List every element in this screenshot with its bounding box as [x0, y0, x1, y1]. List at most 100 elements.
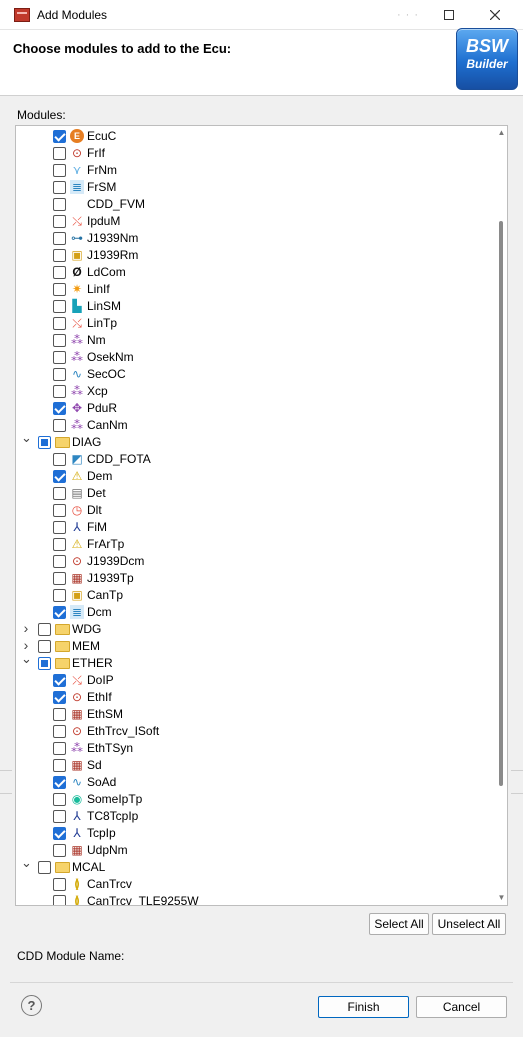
tree-item[interactable]: ⊙ J1939Dcm [16, 553, 486, 570]
tree-item[interactable]: ▣ CanTp [16, 587, 486, 604]
module-tree[interactable]: ▲ ▼ E EcuC ⊙ FrIf ⋎ FrNm ≣ FrSM CDD_FVM ⤯ IpduM ⊶ J1… [15, 125, 508, 906]
tree-item[interactable]: ▣ J1939Rm [16, 247, 486, 264]
checkbox[interactable] [53, 878, 66, 891]
checkbox[interactable] [53, 283, 66, 296]
tree-item[interactable]: ⚠ Dem [16, 468, 486, 485]
checkbox[interactable] [53, 844, 66, 857]
tree-item[interactable]: ≬ CanTrcv [16, 876, 486, 893]
tree-item[interactable]: ◉ SomeIpTp [16, 791, 486, 808]
tree-item[interactable]: ⁂ EthTSyn [16, 740, 486, 757]
checkbox[interactable] [53, 351, 66, 364]
checkbox[interactable] [53, 521, 66, 534]
checkbox[interactable] [53, 130, 66, 143]
checkbox[interactable] [53, 555, 66, 568]
checkbox[interactable] [53, 198, 66, 211]
tree-item[interactable]: ⊶ J1939Nm [16, 230, 486, 247]
finish-button[interactable]: Finish [318, 996, 409, 1018]
checkbox[interactable] [53, 453, 66, 466]
checkbox[interactable] [53, 368, 66, 381]
tree-item[interactable]: ⤯ DoIP [16, 672, 486, 689]
chevron-down-icon[interactable]: ⌄ [21, 430, 32, 446]
tree-item[interactable]: ◷ Dlt [16, 502, 486, 519]
checkbox[interactable] [53, 402, 66, 415]
tree-folder[interactable]: › WDG [16, 620, 486, 638]
tree-item[interactable]: ⚠ FrArTp [16, 536, 486, 553]
checkbox[interactable] [53, 606, 66, 619]
tree-item[interactable]: ≣ FrSM [16, 179, 486, 196]
tree-item[interactable]: ▙ LinSM [16, 298, 486, 315]
checkbox[interactable] [53, 470, 66, 483]
tree-folder[interactable]: › MEM [16, 637, 486, 655]
checkbox[interactable] [53, 691, 66, 704]
checkbox[interactable] [53, 385, 66, 398]
tree-item[interactable]: ≣ Dcm [16, 604, 486, 621]
tree-item[interactable]: ⁂ CanNm [16, 417, 486, 434]
checkbox[interactable] [53, 266, 66, 279]
tree-item[interactable]: ≬ CanTrcv_TLE9255W [16, 893, 486, 905]
checkbox[interactable] [53, 810, 66, 823]
tree-item[interactable]: ⊙ EthTrcv_ISoft [16, 723, 486, 740]
checkbox[interactable] [53, 725, 66, 738]
tree-item[interactable]: ✷ LinIf [16, 281, 486, 298]
checkbox[interactable] [53, 215, 66, 228]
checkbox[interactable] [53, 300, 66, 313]
select-all-button[interactable]: Select All [369, 913, 429, 935]
tree-folder[interactable]: ⌄ DIAG [16, 430, 486, 451]
tree-item[interactable]: E EcuC [16, 128, 486, 145]
checkbox[interactable] [53, 776, 66, 789]
checkbox[interactable] [38, 623, 51, 636]
cancel-button[interactable]: Cancel [416, 996, 507, 1018]
chevron-down-icon[interactable]: ⌄ [21, 855, 32, 871]
tree-item[interactable]: Ø LdCom [16, 264, 486, 281]
tree-item[interactable]: ⅄ FiM [16, 519, 486, 536]
tree-item[interactable]: ▤ Det [16, 485, 486, 502]
checkbox[interactable] [38, 436, 51, 449]
tree-item[interactable]: ⤯ LinTp [16, 315, 486, 332]
checkbox[interactable] [53, 504, 66, 517]
checkbox[interactable] [53, 317, 66, 330]
tree-item[interactable]: ✥ PduR [16, 400, 486, 417]
checkbox[interactable] [53, 232, 66, 245]
tree-item[interactable]: ⊙ FrIf [16, 145, 486, 162]
scrollbar-thumb[interactable] [499, 221, 503, 786]
checkbox[interactable] [53, 895, 66, 905]
tree-item[interactable]: ◩ CDD_FOTA [16, 451, 486, 468]
tree-item[interactable]: ⊙ EthIf [16, 689, 486, 706]
tree-item[interactable]: ⁂ OsekNm [16, 349, 486, 366]
checkbox[interactable] [53, 793, 66, 806]
checkbox[interactable] [53, 487, 66, 500]
checkbox[interactable] [38, 640, 51, 653]
tree-item[interactable]: CDD_FVM [16, 196, 486, 213]
unselect-all-button[interactable]: Unselect All [432, 913, 506, 935]
tree-item[interactable]: ⅄ TcpIp [16, 825, 486, 842]
maximize-button[interactable] [426, 0, 472, 30]
checkbox[interactable] [53, 589, 66, 602]
help-icon[interactable]: ? [21, 995, 42, 1016]
vertical-scrollbar[interactable]: ▲ ▼ [495, 126, 507, 905]
checkbox[interactable] [53, 759, 66, 772]
tree-item[interactable]: ⋎ FrNm [16, 162, 486, 179]
tree-item[interactable]: ⁂ Xcp [16, 383, 486, 400]
tree-item[interactable]: ∿ SecOC [16, 366, 486, 383]
tree-folder[interactable]: ⌄ MCAL [16, 855, 486, 876]
checkbox[interactable] [53, 538, 66, 551]
checkbox[interactable] [38, 861, 51, 874]
tree-item[interactable]: ⁂ Nm [16, 332, 486, 349]
checkbox[interactable] [38, 657, 51, 670]
checkbox[interactable] [53, 674, 66, 687]
checkbox[interactable] [53, 708, 66, 721]
checkbox[interactable] [53, 249, 66, 262]
tree-item[interactable]: ▦ EthSM [16, 706, 486, 723]
checkbox[interactable] [53, 419, 66, 432]
tree-item[interactable]: ⅄ TC8TcpIp [16, 808, 486, 825]
checkbox[interactable] [53, 181, 66, 194]
tree-item[interactable]: ▦ UdpNm [16, 842, 486, 859]
checkbox[interactable] [53, 164, 66, 177]
scroll-down-icon[interactable]: ▼ [495, 891, 507, 905]
tree-item[interactable]: ▦ J1939Tp [16, 570, 486, 587]
checkbox[interactable] [53, 827, 66, 840]
checkbox[interactable] [53, 742, 66, 755]
tree-item[interactable]: ⤯ IpduM [16, 213, 486, 230]
tree-item[interactable]: ▦ Sd [16, 757, 486, 774]
close-button[interactable] [472, 0, 518, 30]
